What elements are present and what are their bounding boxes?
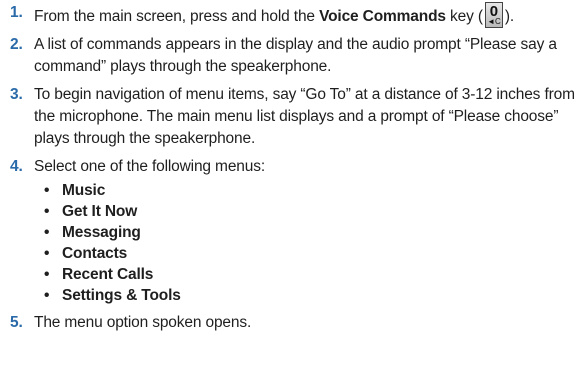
voice-commands-key-icon: 0 ◄C — [484, 2, 503, 28]
step-2: 2. A list of commands appears in the dis… — [10, 34, 585, 78]
step-number: 4. — [10, 158, 23, 175]
menu-list: • Music • Get It Now • Messaging • Contacts … — [34, 180, 582, 306]
menu-item-label: Messaging — [62, 224, 141, 241]
menu-item-label: Settings & Tools — [62, 287, 181, 304]
instructions-document: 1. From the main screen, press and hold … — [0, 0, 585, 374]
key-sub-glyph: ◄C — [487, 17, 501, 26]
menu-item-settings-tools: • Settings & Tools — [44, 285, 582, 306]
step-body: Select one of the following menus: • Musi… — [34, 156, 582, 306]
menu-item-label: Contacts — [62, 245, 128, 262]
step-text: To begin navigation of menu items, say “… — [34, 86, 575, 147]
menu-item-contacts: • Contacts — [44, 243, 582, 264]
step-text: The menu option spoken opens. — [34, 314, 252, 331]
step-4: 4. Select one of the following menus: • M… — [10, 156, 585, 306]
bullet-icon: • — [44, 245, 50, 262]
step-text: Select one of the following menus: — [34, 158, 265, 175]
bullet-icon: • — [44, 203, 50, 220]
step-number: 1. — [10, 4, 23, 21]
step-5: 5. The menu option spoken opens. — [10, 312, 585, 334]
bullet-icon: • — [44, 182, 50, 199]
bullet-icon: • — [44, 224, 50, 241]
step-number: 5. — [10, 314, 23, 331]
bullet-icon: • — [44, 266, 50, 283]
step-text: From the main screen, press and hold the… — [34, 2, 582, 28]
bullet-icon: • — [44, 287, 50, 304]
step-3: 3. To begin navigation of menu items, sa… — [10, 84, 585, 150]
menu-item-music: • Music — [44, 180, 582, 201]
step-number: 2. — [10, 36, 23, 53]
step-1: 1. From the main screen, press and hold … — [10, 2, 585, 28]
step-1-text-post: ). — [504, 8, 515, 25]
menu-item-get-it-now: • Get It Now — [44, 201, 582, 222]
menu-item-messaging: • Messaging — [44, 222, 582, 243]
menu-item-label: Recent Calls — [62, 266, 154, 283]
voice-commands-label: Voice Commands — [319, 8, 446, 25]
step-number: 3. — [10, 86, 23, 103]
step-1-text-pre: From the main screen, press and hold the — [34, 8, 320, 25]
step-1-text-key: key ( — [445, 8, 483, 25]
menu-item-label: Get It Now — [62, 203, 138, 220]
menu-item-label: Music — [62, 182, 106, 199]
menu-item-recent-calls: • Recent Calls — [44, 264, 582, 285]
step-text: A list of commands appears in the displa… — [34, 36, 557, 75]
